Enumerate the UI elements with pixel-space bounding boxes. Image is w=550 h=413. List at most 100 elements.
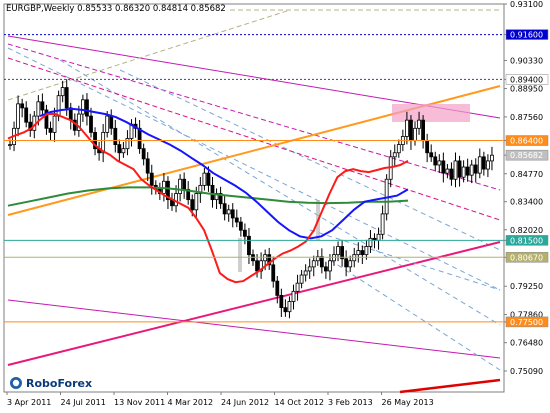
candle-body bbox=[255, 260, 259, 272]
candle-body bbox=[396, 144, 401, 154]
candle-body bbox=[413, 127, 417, 141]
candle-body bbox=[307, 266, 312, 272]
y-tick-label: 0.83400 bbox=[510, 198, 543, 207]
chart-title: EURGBP,Weekly 0.85533 0.86320 0.84814 0.… bbox=[6, 4, 226, 14]
y-tick-label: 0.90330 bbox=[510, 56, 543, 65]
candle-body bbox=[291, 290, 296, 302]
candle-body bbox=[85, 99, 89, 117]
candle-body bbox=[328, 260, 332, 272]
price-tag-label: 0.80670 bbox=[510, 253, 543, 262]
candle-body bbox=[490, 154, 494, 162]
price-chart: 0.93100 0.91600 0.90330 0.894000.88950 0.875… bbox=[3, 0, 549, 407]
candle-body bbox=[481, 156, 486, 170]
candle-body bbox=[178, 178, 183, 194]
candle-body bbox=[336, 246, 340, 256]
candle-body bbox=[348, 260, 353, 268]
candle-body bbox=[52, 115, 57, 133]
candle-body bbox=[465, 166, 470, 176]
candle-body bbox=[445, 168, 450, 174]
candle-body bbox=[222, 203, 227, 215]
brand-name: RoboForex bbox=[26, 377, 92, 390]
candle-body bbox=[368, 237, 373, 247]
candle-body bbox=[425, 140, 430, 154]
candle-body bbox=[105, 115, 110, 133]
candle-body bbox=[303, 270, 308, 276]
candle-body bbox=[364, 246, 369, 256]
candle-body bbox=[194, 193, 199, 211]
candle-body bbox=[202, 172, 207, 186]
candle-body bbox=[48, 127, 53, 133]
candle-body bbox=[461, 166, 466, 178]
candle-body bbox=[20, 103, 25, 109]
candle-body bbox=[453, 160, 458, 180]
x-tick-label: 4 Mar 2012 bbox=[168, 398, 214, 407]
candle-body bbox=[344, 258, 349, 268]
candle-body bbox=[113, 127, 118, 146]
price-tag-label: 0.89400 bbox=[510, 75, 543, 84]
candle-body bbox=[8, 144, 12, 147]
x-tick-label: 14 Oct 2012 bbox=[275, 398, 324, 407]
candle-body bbox=[247, 235, 251, 256]
candle-body bbox=[380, 213, 385, 235]
price-tag-label: 0.85682 bbox=[510, 151, 543, 160]
candle-body bbox=[234, 217, 239, 223]
candle-body bbox=[323, 266, 328, 272]
candle-body bbox=[16, 103, 21, 129]
candle-body bbox=[392, 152, 397, 158]
candle-body bbox=[56, 95, 61, 117]
candle-body bbox=[433, 156, 438, 166]
candle-body bbox=[360, 250, 365, 256]
candle-body bbox=[230, 209, 235, 219]
candle-body bbox=[449, 168, 454, 180]
candle-body bbox=[64, 87, 69, 109]
candle-body bbox=[275, 280, 280, 296]
x-tick-label: 3 Feb 2013 bbox=[328, 398, 373, 407]
y-tick-label: 0.75090 bbox=[510, 367, 543, 376]
candle-body bbox=[206, 172, 211, 186]
y-tick-label: 0.87560 bbox=[510, 113, 543, 122]
chart-frame: 0.93100 0.91600 0.90330 0.894000.88950 0.875… bbox=[0, 0, 550, 413]
candle-body bbox=[238, 221, 243, 231]
candle-body bbox=[109, 115, 114, 129]
candle-body bbox=[441, 160, 446, 174]
candle-body bbox=[271, 264, 276, 282]
candle-body bbox=[125, 138, 130, 150]
candle-body bbox=[149, 172, 154, 186]
price-tag-label: 0.86400 bbox=[510, 137, 543, 146]
candle-body bbox=[287, 301, 292, 313]
candle-body bbox=[81, 99, 85, 115]
candle-body bbox=[226, 209, 231, 215]
price-tag-label: 0.77500 bbox=[510, 318, 543, 327]
y-tick-label: 0.82020 bbox=[510, 226, 543, 235]
candle-body bbox=[283, 307, 288, 313]
candle-body bbox=[319, 256, 324, 268]
target-zone bbox=[392, 104, 470, 122]
candle-body bbox=[376, 233, 381, 241]
candle-body bbox=[137, 127, 142, 150]
y-tick-label: 0.84770 bbox=[510, 170, 543, 179]
y-tick-label: 0.88950 bbox=[510, 85, 543, 94]
candle-body bbox=[404, 119, 409, 137]
candle-body bbox=[295, 282, 300, 292]
candle-body bbox=[469, 164, 474, 176]
candle-body bbox=[477, 156, 482, 174]
candle-body bbox=[299, 274, 304, 284]
candle-body bbox=[182, 178, 187, 190]
candle-body bbox=[242, 229, 247, 237]
candle-body bbox=[356, 250, 361, 256]
candle-body bbox=[117, 144, 122, 154]
x-tick-label: 24 Jul 2011 bbox=[61, 398, 106, 407]
candle-body bbox=[141, 148, 146, 160]
candle-body bbox=[437, 160, 442, 166]
candle-body bbox=[210, 184, 215, 201]
candle-body bbox=[174, 193, 178, 207]
candle-body bbox=[145, 158, 150, 174]
candle-body bbox=[409, 119, 413, 141]
candle-body bbox=[429, 152, 434, 158]
y-tick-label: 0.76480 bbox=[510, 339, 543, 348]
candle-body bbox=[473, 164, 478, 174]
candle-body bbox=[40, 101, 45, 111]
candle-body bbox=[311, 260, 316, 268]
candle-body bbox=[279, 295, 284, 309]
price-tag-label: 0.91600 bbox=[510, 31, 543, 40]
